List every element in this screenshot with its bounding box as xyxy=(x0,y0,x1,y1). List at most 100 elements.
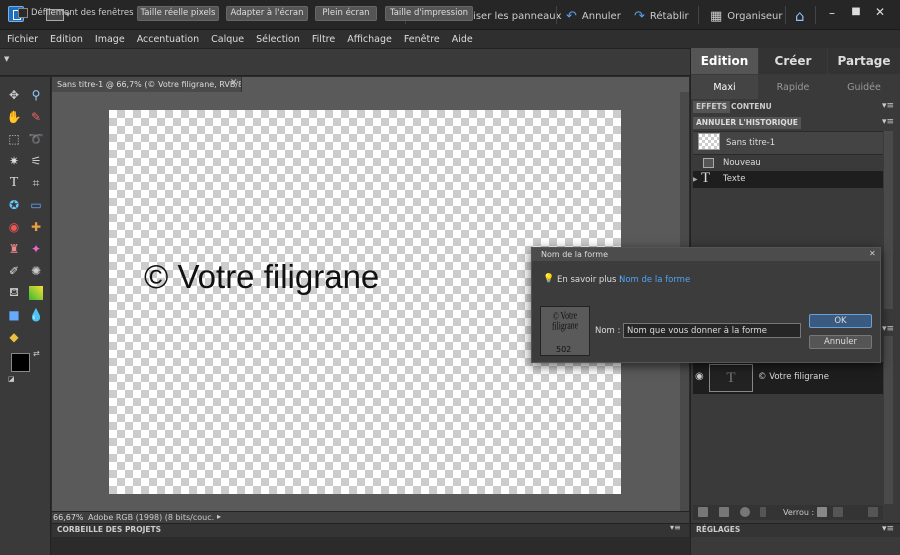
marquee-tool-icon[interactable]: ⬚ xyxy=(5,130,23,148)
cancel-button[interactable]: Annuler xyxy=(809,335,872,349)
lock-transparency-icon[interactable] xyxy=(817,507,827,517)
zoom-level[interactable]: 66,67% xyxy=(53,513,84,522)
separator xyxy=(698,6,699,24)
scroll-windows-checkbox[interactable] xyxy=(18,8,28,18)
lock-label: Verrou : xyxy=(783,508,815,517)
separator xyxy=(815,6,816,24)
home-button[interactable]: ⌂ xyxy=(795,7,805,25)
history-scrollbar[interactable] xyxy=(884,131,893,309)
subtab-guidee[interactable]: Guidée xyxy=(828,75,900,99)
layers-scrollbar[interactable] xyxy=(884,336,893,504)
separator xyxy=(556,6,557,24)
zoom-tool-icon[interactable]: ⚲ xyxy=(27,86,45,104)
tab-effets[interactable]: EFFETS xyxy=(693,101,731,113)
document-tab[interactable]: Sans titre-1 @ 66,7% (© Votre filigrane,… xyxy=(52,77,242,92)
history-state-marker-icon: ▶ xyxy=(693,176,698,183)
magic-wand-tool-icon[interactable]: ✷ xyxy=(5,152,23,170)
fit-screen-button[interactable]: Adapter à l'écran xyxy=(226,6,308,21)
panel-menu-icon[interactable]: ▾≡ xyxy=(670,523,681,532)
layer-mask-icon[interactable] xyxy=(719,507,729,517)
hand-tool-icon[interactable]: ✋ xyxy=(5,108,23,126)
shape-tool-icon[interactable]: ■ xyxy=(5,306,23,324)
name-label: Nom : xyxy=(595,326,621,336)
undo-label: Annuler xyxy=(581,10,621,22)
lasso-tool-icon[interactable]: ➰ xyxy=(27,130,45,148)
panel-menu-icon[interactable]: ▾≡ xyxy=(882,524,894,534)
foreground-color-swatch[interactable] xyxy=(11,353,30,372)
maximize-icon[interactable]: ■ xyxy=(846,6,866,22)
redo-button[interactable]: ↷ Rétablir xyxy=(634,8,689,24)
menu-fenetre[interactable]: Fenêtre xyxy=(404,34,440,45)
history-snapshot-row[interactable] xyxy=(693,131,883,155)
type-tool-icon[interactable]: T xyxy=(5,174,23,192)
tab-creer[interactable]: Créer xyxy=(759,48,827,74)
close-icon[interactable]: ✕ xyxy=(870,5,890,21)
layer-name: © Votre filigrane xyxy=(758,372,829,382)
paint-bucket-tool-icon[interactable]: ⛾ xyxy=(5,284,23,302)
print-size-button[interactable]: Taille d'impression xyxy=(385,6,473,21)
undo-button[interactable]: ↶ Annuler xyxy=(566,8,621,24)
actual-pixels-button[interactable]: Taille réelle pixels xyxy=(137,6,219,21)
shape-preview-number: 502 xyxy=(556,345,572,354)
red-eye-tool-icon[interactable]: ◉ xyxy=(5,218,23,236)
subtab-maxi[interactable]: Maxi xyxy=(691,75,758,99)
panel-menu-icon[interactable]: ▾≡ xyxy=(882,117,894,127)
clone-stamp-tool-icon[interactable]: ♜ xyxy=(5,240,23,258)
menu-aide[interactable]: Aide xyxy=(452,34,473,45)
history-item[interactable] xyxy=(693,171,883,188)
full-screen-button[interactable]: Plein écran xyxy=(315,6,377,21)
project-bin-label: CORBEILLE DES PROJETS xyxy=(57,525,162,534)
menu-selection[interactable]: Sélection xyxy=(256,34,300,45)
eye-icon[interactable]: ◉ xyxy=(695,371,704,382)
move-tool-icon[interactable]: ✥ xyxy=(5,86,23,104)
separator xyxy=(785,6,786,24)
history-item[interactable] xyxy=(693,156,883,170)
color-profile: Adobe RGB (1998) (8 bits/couc... xyxy=(88,513,214,522)
adjustment-layer-icon[interactable] xyxy=(740,507,750,517)
lock-icon[interactable] xyxy=(833,507,843,517)
tab-contenu[interactable]: CONTENU xyxy=(728,101,775,113)
tab-partage[interactable]: Partage xyxy=(828,48,900,74)
straighten-tool-icon[interactable]: ▭ xyxy=(27,196,45,214)
gradient-tool-icon[interactable] xyxy=(29,286,43,300)
quick-selection-tool-icon[interactable]: ⚟ xyxy=(27,152,45,170)
menu-image[interactable]: Image xyxy=(95,34,125,45)
close-icon[interactable]: ✕ xyxy=(869,249,876,258)
undo-icon: ↶ xyxy=(566,8,577,24)
brush-tool-icon[interactable]: ✐ xyxy=(5,262,23,280)
menu-filtre[interactable]: Filtre xyxy=(312,34,335,45)
smart-brush-tool-icon[interactable]: ✦ xyxy=(27,240,45,258)
menu-accentuation[interactable]: Accentuation xyxy=(137,34,199,45)
eyedropper-tool-icon[interactable]: ✎ xyxy=(27,108,45,126)
menu-affichage[interactable]: Affichage xyxy=(347,34,392,45)
subtab-rapide[interactable]: Rapide xyxy=(759,75,827,99)
chevron-right-icon[interactable]: ▸ xyxy=(217,512,225,522)
swap-colors-icon[interactable]: ⇄ xyxy=(33,349,40,358)
ok-button[interactable]: OK xyxy=(809,314,872,328)
organizer-button[interactable]: ▦ Organiseur xyxy=(710,8,783,24)
minimize-icon[interactable]: – xyxy=(822,6,842,22)
healing-brush-tool-icon[interactable]: ✚ xyxy=(27,218,45,236)
eraser-tool-icon[interactable]: ◆ xyxy=(5,328,23,346)
learn-more-link[interactable]: Nom de la forme xyxy=(619,275,690,285)
cookie-cutter-tool-icon[interactable]: ✪ xyxy=(5,196,23,214)
new-layer-icon[interactable] xyxy=(698,507,708,517)
type-icon: T xyxy=(701,170,711,186)
sharpen-tool-icon[interactable]: 💧 xyxy=(27,306,45,324)
menu-calque[interactable]: Calque xyxy=(211,34,244,45)
blur-tool-icon[interactable]: ✺ xyxy=(27,262,45,280)
shape-name-input[interactable] xyxy=(623,323,801,338)
redo-label: Rétablir xyxy=(649,10,689,22)
options-menu-icon[interactable]: ▼ xyxy=(4,55,9,63)
menu-edition[interactable]: Edition xyxy=(50,34,83,45)
tab-edition[interactable]: Edition xyxy=(691,48,758,74)
trash-icon[interactable] xyxy=(868,507,878,517)
crop-tool-icon[interactable]: ⌗ xyxy=(27,174,45,192)
panel-menu-icon[interactable]: ▾≡ xyxy=(882,324,894,334)
link-layers-icon[interactable] xyxy=(760,507,766,517)
panel-menu-icon[interactable]: ▾≡ xyxy=(882,101,894,111)
close-icon[interactable]: ✕ xyxy=(230,78,238,88)
history-panel-header[interactable]: ANNULER L'HISTORIQUE xyxy=(693,117,801,129)
menu-fichier[interactable]: Fichier xyxy=(7,34,38,45)
default-colors-icon[interactable]: ◪ xyxy=(8,375,15,383)
